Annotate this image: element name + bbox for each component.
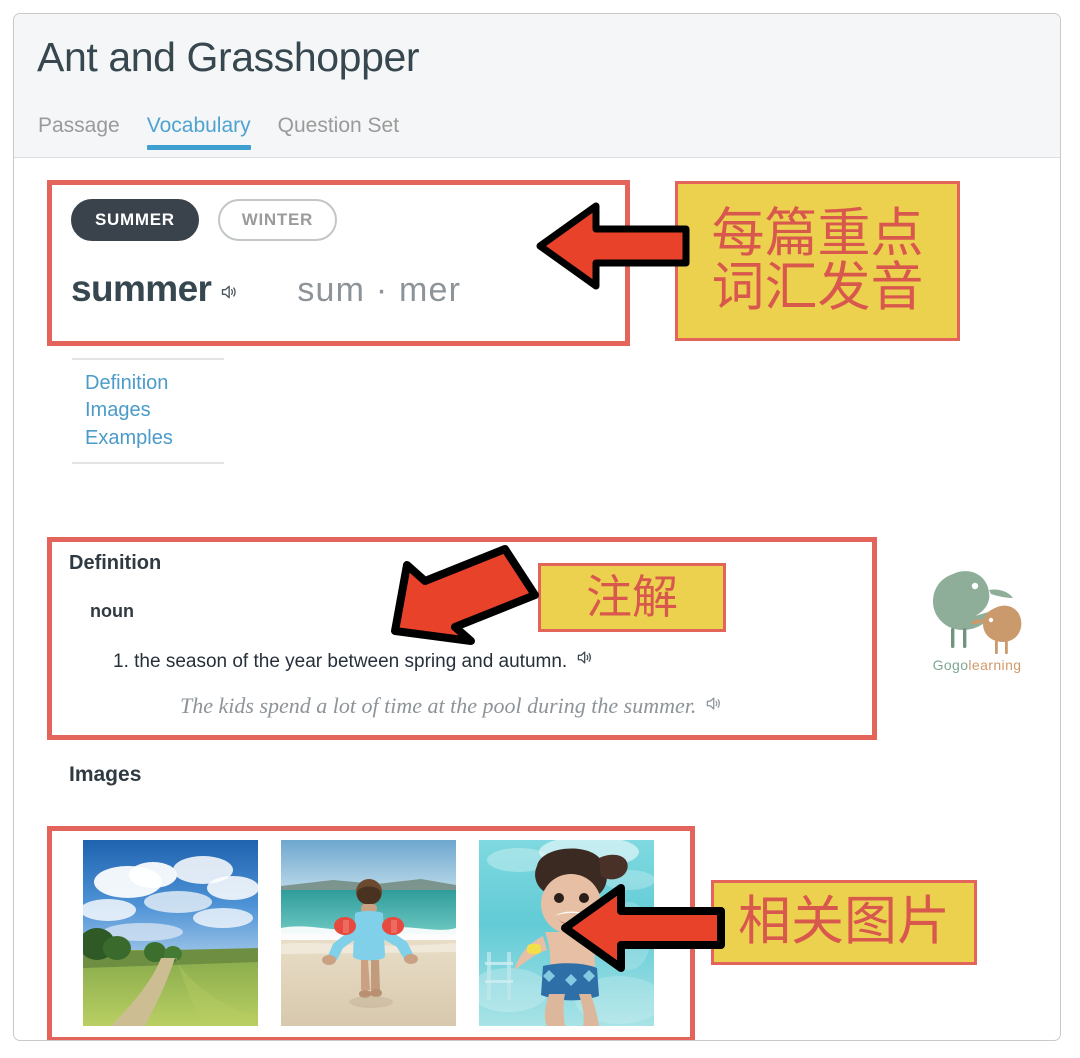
- word-selector-pills: SUMMER WINTER: [71, 199, 338, 241]
- logo-text-gogo: Gogo: [932, 657, 969, 673]
- part-of-speech: noun: [90, 601, 134, 621]
- tab-passage[interactable]: Passage: [38, 114, 120, 150]
- page-title: Ant and Grasshopper: [37, 34, 420, 80]
- speaker-icon[interactable]: [576, 648, 596, 668]
- tab-vocabulary[interactable]: Vocabulary: [146, 114, 251, 150]
- annotation-definition: 注解: [538, 563, 726, 632]
- headword-text: summer: [71, 268, 212, 309]
- annotation-line-1: 相关图片: [738, 891, 950, 953]
- definition-sense: 1. the season of the year between spring…: [113, 647, 596, 673]
- headword: summer: [71, 268, 240, 310]
- logo-wordmark: Gogolearning: [907, 657, 1047, 673]
- section-link-definition[interactable]: Definition: [85, 370, 224, 397]
- logo-text-learning: learning: [968, 657, 1022, 673]
- annotation-images: 相关图片: [711, 880, 977, 965]
- card-header: Ant and Grasshopper Passage Vocabulary Q…: [14, 14, 1060, 158]
- lesson-card: Ant and Grasshopper Passage Vocabulary Q…: [13, 13, 1061, 1041]
- annotation-arrow-word: [536, 202, 690, 290]
- divider-bottom: [72, 462, 224, 465]
- two-birds-icon: [933, 571, 1022, 654]
- annotation-line-2: 词汇发音: [711, 257, 924, 318]
- definition-heading: Definition: [69, 552, 162, 574]
- image-thumbnail-countryside[interactable]: [83, 840, 258, 1026]
- definition-example: The kids spend a lot of time at the pool…: [180, 693, 725, 719]
- annotation-vocabulary-audio: 每篇重点 词汇发音: [675, 181, 960, 341]
- definition-sense-text: 1. the season of the year between spring…: [113, 651, 568, 672]
- definition-example-text: The kids spend a lot of time at the pool…: [180, 693, 697, 718]
- tab-question-set[interactable]: Question Set: [278, 114, 399, 150]
- annotation-arrow-definition: [391, 545, 539, 645]
- annotation-arrow-images: [561, 884, 725, 972]
- section-link-examples[interactable]: Examples: [85, 425, 224, 452]
- annotation-line-1: 每篇重点: [711, 202, 924, 264]
- annotation-line-1: 注解: [586, 570, 678, 625]
- syllable-breakdown: sum · mer: [297, 271, 462, 309]
- section-link-images[interactable]: Images: [85, 397, 224, 424]
- image-thumbnail-beach-boy[interactable]: [281, 840, 456, 1026]
- word-pill-winter[interactable]: WINTER: [217, 199, 338, 241]
- speaker-icon[interactable]: [220, 282, 240, 302]
- brand-logo: Gogolearning: [907, 560, 1047, 690]
- images-heading: Images: [69, 763, 142, 786]
- word-pill-summer[interactable]: SUMMER: [71, 199, 199, 241]
- speaker-icon[interactable]: [705, 694, 725, 714]
- headword-row: summer sum · mer: [71, 268, 461, 310]
- tab-bar: Passage Vocabulary Question Set: [38, 114, 426, 150]
- section-link-list: Definition Images Examples: [72, 358, 224, 465]
